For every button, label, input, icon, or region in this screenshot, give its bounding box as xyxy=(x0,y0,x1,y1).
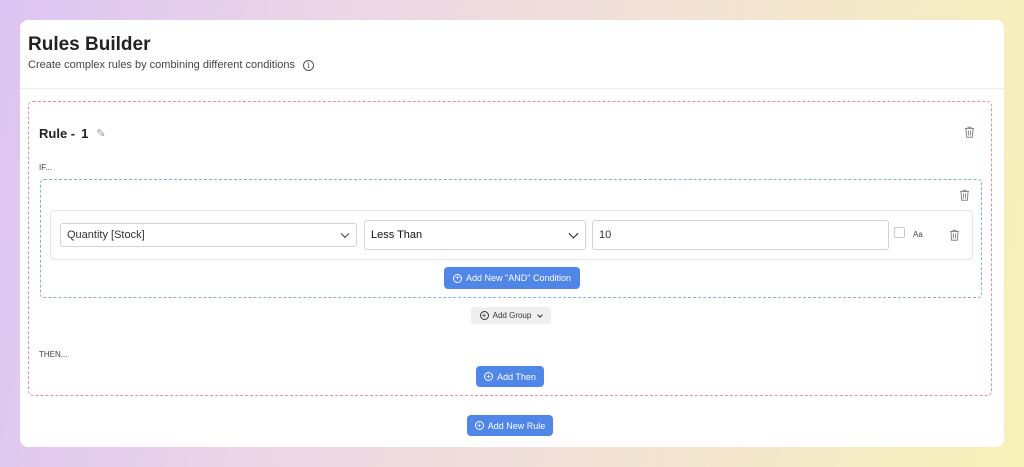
if-label: IF... xyxy=(39,163,52,172)
add-and-condition-label: Add New "AND" Condition xyxy=(466,273,571,283)
add-new-rule-button[interactable]: + Add New Rule xyxy=(467,415,553,436)
field-select[interactable]: Quantity [Stock] xyxy=(60,223,357,247)
add-group-button[interactable]: + Add Group xyxy=(471,307,551,324)
delete-condition-trash-icon[interactable] xyxy=(949,229,960,241)
pencil-icon[interactable]: ✎ xyxy=(96,127,105,140)
page-header: Rules Builder Create complex rules by co… xyxy=(20,20,1004,89)
plus-circle-icon: + xyxy=(484,372,494,381)
page-title: Rules Builder xyxy=(28,34,151,55)
chevron-down-icon xyxy=(340,229,350,239)
operator-select[interactable]: Less Than xyxy=(364,220,586,250)
info-icon[interactable]: i xyxy=(303,59,314,71)
case-sensitive-checkbox[interactable] xyxy=(894,227,905,238)
then-label: THEN... xyxy=(39,350,68,359)
chevron-down-icon xyxy=(568,228,579,239)
rule-label: Rule - xyxy=(39,126,76,141)
add-group-label: Add Group xyxy=(492,311,532,320)
rule-title: Rule - 1 ✎ xyxy=(39,126,106,141)
plus-circle-icon: + xyxy=(479,311,489,320)
add-new-rule-label: Add New Rule xyxy=(487,420,546,431)
field-select-value: Quantity [Stock] xyxy=(67,229,145,241)
plus-circle-icon: + xyxy=(474,421,484,430)
plus-circle-icon: + xyxy=(453,273,463,283)
operator-select-value: Less Than xyxy=(371,229,423,241)
rule-number: 1 xyxy=(81,126,89,141)
rules-builder-card: Rules Builder Create complex rules by co… xyxy=(20,20,1004,447)
value-input-text: 10 xyxy=(599,229,612,241)
value-input[interactable]: 10 xyxy=(592,220,889,250)
add-then-label: Add Then xyxy=(497,371,536,382)
condition-row: Quantity [Stock] Less Than 10 Aa xyxy=(50,210,973,260)
subtitle-text: Create complex rules by combining differ… xyxy=(28,59,295,71)
page-subtitle: Create complex rules by combining differ… xyxy=(28,59,314,71)
chevron-down-icon xyxy=(537,311,544,318)
delete-rule-trash-icon[interactable] xyxy=(964,126,975,138)
condition-group: Quantity [Stock] Less Than 10 Aa + Add N… xyxy=(40,179,982,298)
delete-group-trash-icon[interactable] xyxy=(959,189,970,201)
add-then-button[interactable]: + Add Then xyxy=(476,366,544,387)
rule-card: Rule - 1 ✎ IF... Quantity [Stock] Less T… xyxy=(28,101,992,396)
add-and-condition-button[interactable]: + Add New "AND" Condition xyxy=(444,267,580,289)
case-sensitive-label: Aa xyxy=(913,230,923,239)
